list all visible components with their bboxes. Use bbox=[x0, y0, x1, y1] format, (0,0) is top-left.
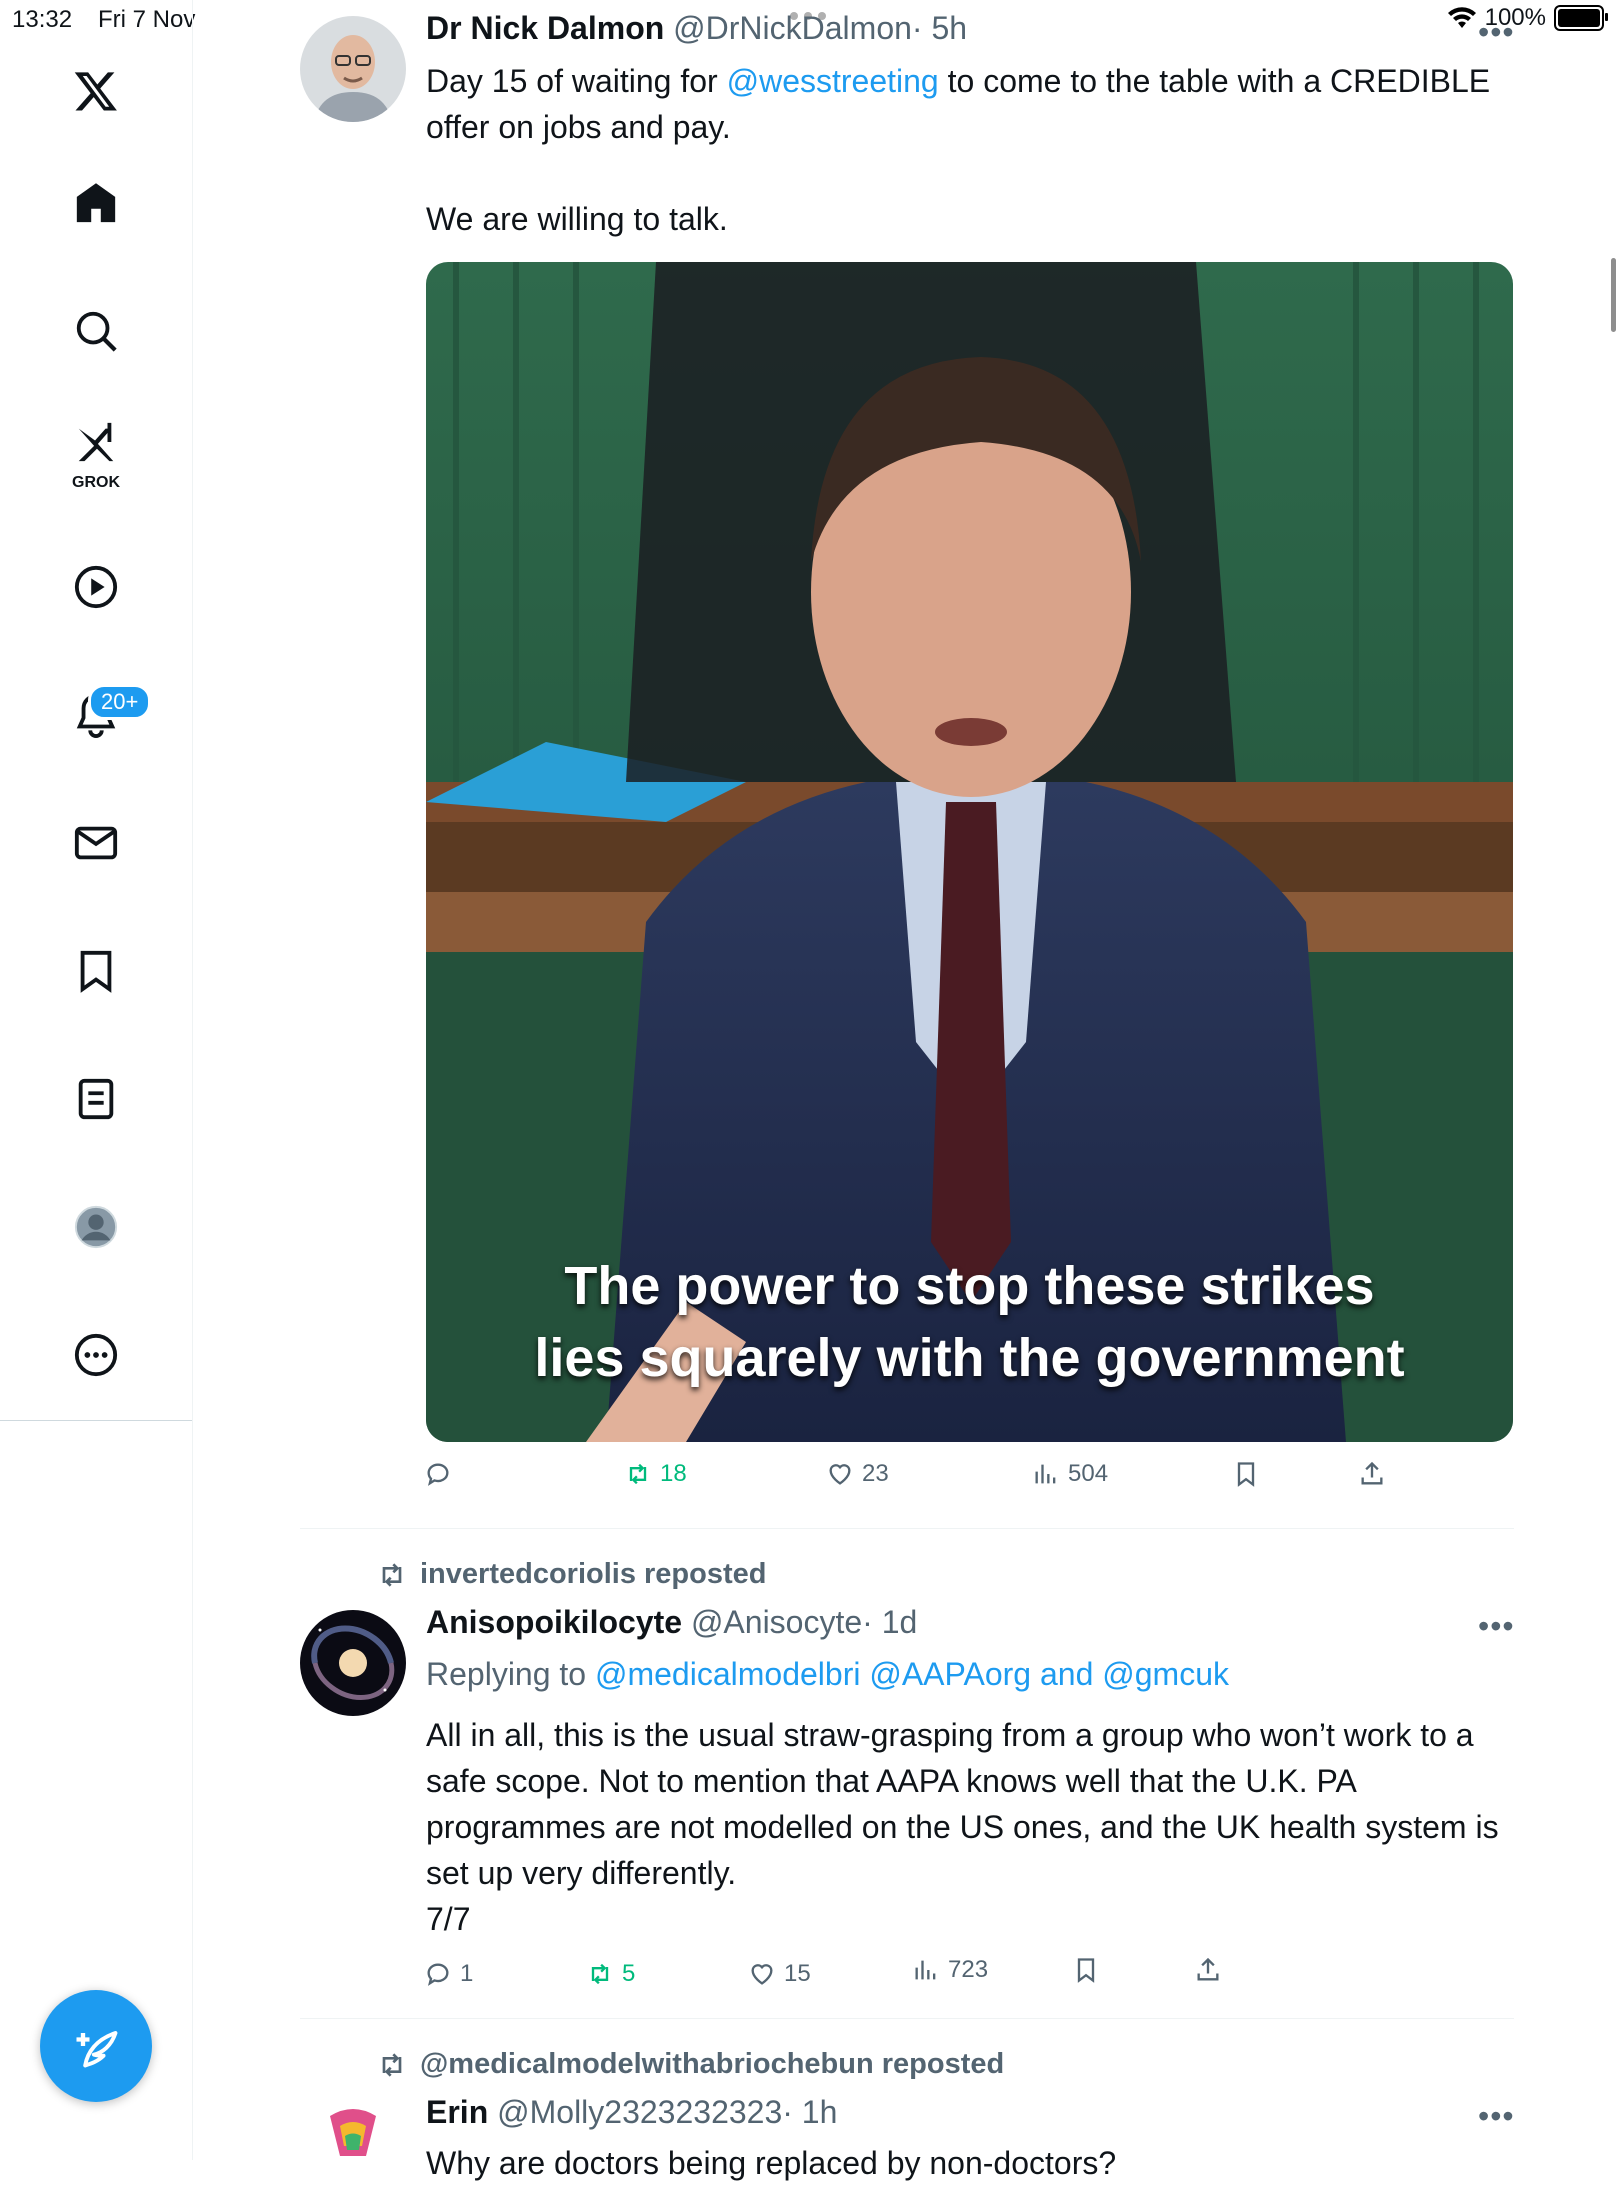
tweet-video[interactable]: The power to stop these strikes lies squ… bbox=[426, 262, 1513, 1442]
tweet-time[interactable]: · 5h bbox=[912, 10, 967, 46]
author-handle[interactable]: @DrNickDalmon bbox=[673, 10, 912, 46]
tweet-time[interactable]: · 1d bbox=[862, 1604, 917, 1640]
bookmark-button[interactable] bbox=[1072, 1956, 1100, 1984]
reply-button[interactable]: 1 bbox=[424, 1960, 473, 1988]
tweet-text-line2: 7/7 bbox=[426, 1901, 471, 1937]
tweet-actions: 1 5 15 723 bbox=[424, 1956, 1324, 2000]
reply-count: 1 bbox=[460, 1960, 474, 1987]
views-button[interactable]: 723 bbox=[912, 1956, 988, 1984]
more-options-icon[interactable]: ••• bbox=[1478, 14, 1515, 51]
avatar[interactable] bbox=[300, 16, 406, 122]
reposted-by[interactable]: @medicalmodelwithabriochebun reposted bbox=[376, 2048, 1004, 2081]
replying-to: Replying to @medicalmodelbri @AAPAorg an… bbox=[426, 1656, 1229, 1693]
author-handle[interactable]: @Molly2323232323 bbox=[497, 2094, 782, 2130]
more-options-icon[interactable]: ••• bbox=[1478, 1608, 1515, 1645]
views-icon bbox=[915, 1960, 936, 1980]
battery-icon bbox=[1554, 5, 1608, 31]
avatar[interactable] bbox=[300, 1610, 406, 1716]
reposted-by[interactable]: invertedcoriolis reposted bbox=[376, 1558, 767, 1591]
author-handle[interactable]: @Anisocyte bbox=[691, 1604, 862, 1640]
share-icon bbox=[1361, 1461, 1383, 1485]
repost-icon bbox=[629, 1463, 647, 1485]
share-icon bbox=[1197, 1957, 1219, 1981]
views-count: 723 bbox=[948, 1956, 989, 1983]
tweet-header: Anisopoikilocyte @Anisocyte· 1d bbox=[426, 1604, 917, 1641]
reply-icon bbox=[427, 1963, 449, 1986]
tweet-text-part: Day 15 of waiting for bbox=[426, 63, 727, 99]
repost-button[interactable]: 18 bbox=[624, 1460, 687, 1488]
grok-label: GROK bbox=[72, 474, 120, 491]
share-button[interactable] bbox=[1358, 1460, 1386, 1488]
reply-icon bbox=[427, 1463, 449, 1486]
sidebar: GROK 20+ bbox=[0, 0, 193, 2160]
caption-line: The power to stop these strikes bbox=[564, 1256, 1375, 1316]
caption-line: lies squarely with the government bbox=[534, 1328, 1405, 1388]
reply-button[interactable] bbox=[424, 1460, 452, 1488]
mail-icon[interactable] bbox=[55, 802, 137, 884]
replying-label: Replying to bbox=[426, 1656, 595, 1692]
like-count: 23 bbox=[862, 1460, 889, 1487]
compose-button[interactable] bbox=[40, 1990, 152, 2102]
tweet-text-line2: We are willing to talk. bbox=[426, 201, 728, 237]
share-button[interactable] bbox=[1194, 1956, 1222, 1984]
more-circle-icon[interactable] bbox=[55, 1314, 137, 1396]
repost-count: 5 bbox=[622, 1960, 636, 1987]
bookmark-icon[interactable] bbox=[55, 930, 137, 1012]
author-name[interactable]: Dr Nick Dalmon bbox=[426, 10, 664, 46]
video-caption: The power to stop these strikes lies squ… bbox=[426, 1250, 1513, 1394]
status-right: 100% bbox=[1447, 4, 1608, 32]
video-icon[interactable] bbox=[55, 546, 137, 628]
views-button[interactable]: 504 bbox=[1032, 1460, 1108, 1488]
more-options-icon[interactable]: ••• bbox=[1478, 2098, 1515, 2135]
tweet-header: Dr Nick Dalmon @DrNickDalmon· 5h bbox=[426, 10, 967, 47]
reposted-by-label: @medicalmodelwithabriochebun reposted bbox=[420, 2048, 1005, 2080]
like-icon bbox=[751, 1964, 773, 1985]
notifications-badge: 20+ bbox=[88, 684, 152, 720]
bookmark-button[interactable] bbox=[1232, 1460, 1260, 1488]
wifi-icon bbox=[1447, 7, 1476, 29]
replying-mentions[interactable]: @medicalmodelbri @AAPAorg and @gmcuk bbox=[595, 1656, 1229, 1692]
author-name[interactable]: Anisopoikilocyte bbox=[426, 1604, 682, 1640]
like-icon bbox=[829, 1464, 851, 1485]
tweet-text: All in all, this is the usual straw-gras… bbox=[426, 1717, 1499, 1891]
mention-link[interactable]: @wesstreeting bbox=[727, 63, 939, 99]
x-logo-icon[interactable] bbox=[55, 50, 137, 132]
repost-button[interactable]: 5 bbox=[586, 1960, 635, 1988]
profile-icon[interactable] bbox=[55, 1186, 137, 1268]
scrollbar[interactable] bbox=[1611, 258, 1616, 332]
views-icon bbox=[1035, 1464, 1056, 1484]
tweet-header: Erin @Molly2323232323· 1h bbox=[426, 2094, 837, 2131]
like-button[interactable]: 23 bbox=[826, 1460, 889, 1488]
repost-count: 18 bbox=[660, 1460, 687, 1487]
home-icon[interactable] bbox=[55, 162, 137, 244]
repost-icon bbox=[591, 1963, 609, 1985]
tweet-text: Day 15 of waiting for @wesstreeting to c… bbox=[426, 58, 1516, 150]
repost-icon bbox=[382, 2052, 402, 2077]
views-count: 504 bbox=[1068, 1460, 1109, 1487]
tweet-text: Why are doctors being replaced by non-do… bbox=[426, 2145, 1117, 2181]
tweet-divider bbox=[300, 2018, 1514, 2019]
lists-icon[interactable] bbox=[55, 1058, 137, 1140]
grok-icon[interactable] bbox=[55, 412, 137, 472]
like-button[interactable]: 15 bbox=[748, 1960, 811, 1988]
author-name[interactable]: Erin bbox=[426, 2094, 488, 2130]
bookmark-icon bbox=[1077, 1958, 1095, 1983]
tweet-time[interactable]: · 1h bbox=[782, 2094, 837, 2130]
search-icon[interactable] bbox=[55, 290, 137, 372]
reposted-by-label: invertedcoriolis reposted bbox=[420, 1558, 767, 1590]
avatar[interactable] bbox=[300, 2096, 406, 2202]
like-count: 15 bbox=[784, 1960, 811, 1987]
compose-icon bbox=[76, 2031, 118, 2068]
tweet-actions: 18 23 504 bbox=[424, 1460, 1514, 1500]
tweet-divider bbox=[300, 1528, 1514, 1529]
bookmark-icon bbox=[1237, 1462, 1255, 1487]
repost-icon bbox=[382, 1562, 402, 1587]
sidebar-divider bbox=[0, 1420, 192, 1421]
